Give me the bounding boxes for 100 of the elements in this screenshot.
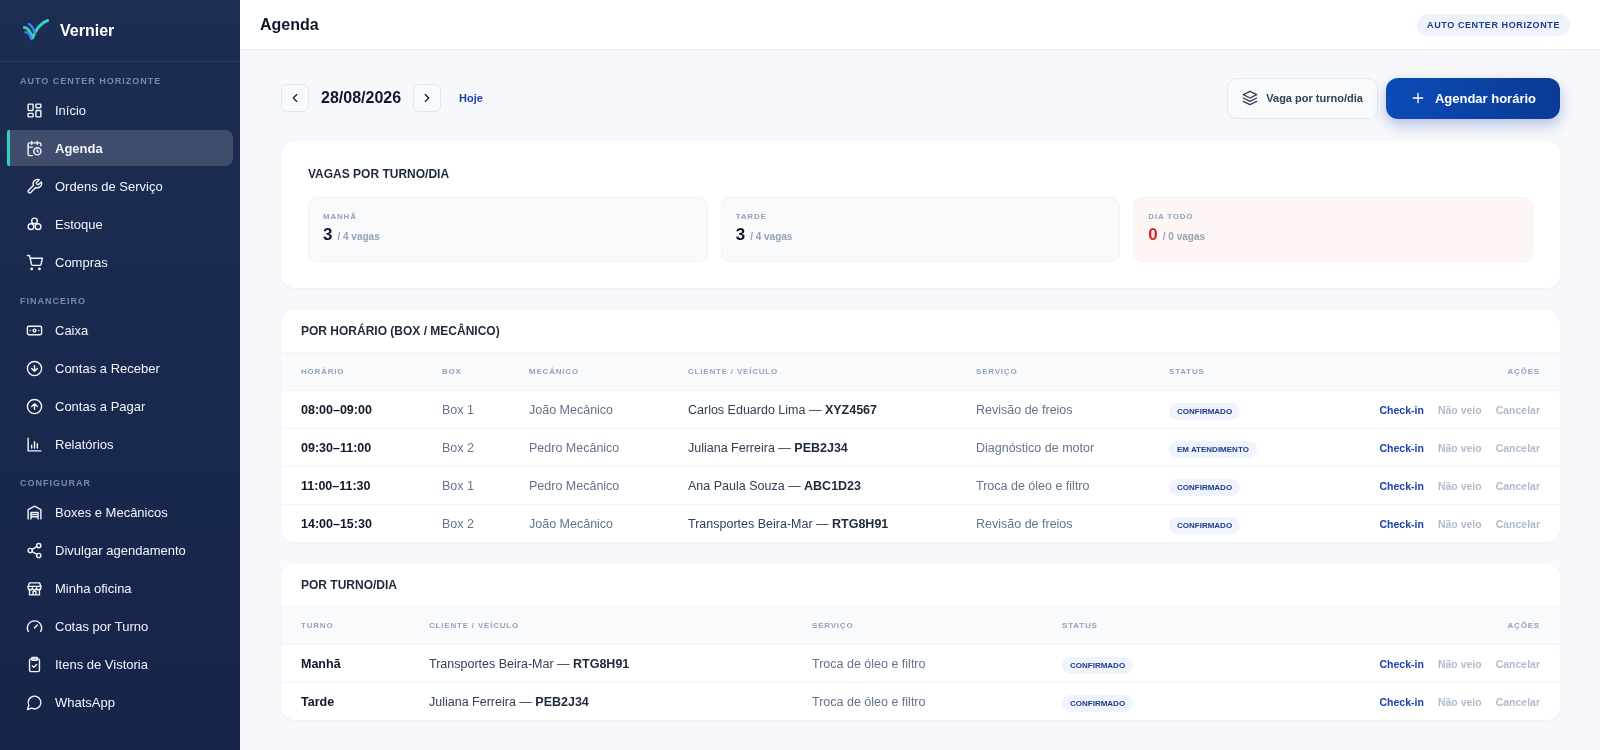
section-title: POR TURNO/DIA [300,577,398,594]
section-title: VAGAS POR TURNO/DIA [308,167,451,181]
sidebar-item[interactable]: Caixa [7,312,233,348]
table-cell-text: Carlos Eduardo Lima — XYZ4567 [688,402,878,417]
arrow-down-circle-icon [26,359,43,377]
table-cell-text: Manhã [301,656,342,671]
store-icon [26,579,43,597]
column-header: AÇÕES [1507,621,1540,630]
sidebar-item[interactable]: Compras [7,244,233,280]
table-cell-text: 14:00–15:30 [301,516,373,531]
sidebar-item[interactable]: Relatórios [7,426,233,462]
sidebar-item[interactable]: Boxes e Mecânicos [7,494,233,530]
current-date: 28/08/2026 [321,89,402,107]
sidebar-item[interactable]: WhatsApp [7,684,233,720]
column-header: STATUS [1062,621,1099,630]
table-cell-text: Ana Paula Souza — ABC1D23 [688,478,862,493]
quota-count: 3 [323,225,333,245]
sidebar-item[interactable]: Contas a Pagar [7,388,233,424]
quota-count: 3 [735,225,746,245]
quota-total: / 4 vagas [337,231,380,242]
table-cell-text: Transportes Beira-Mar — RTG8H91 [429,656,631,671]
column-header: SERVIÇO [976,367,1019,376]
column-header: MECÂNICO [529,367,580,376]
gauge-icon [26,617,43,635]
column-header: TURNO [301,621,335,630]
status-badge: CONFIRMADO [1169,478,1241,496]
table-cell-text: Juliana Ferreira — PEB2J34 [688,440,849,455]
garage-icon [26,503,43,521]
sidebar-item[interactable]: Estoque [7,206,233,242]
page-title: Agenda [260,15,319,34]
status-badge: CONFIRMADO [1062,656,1134,674]
sidebar-item[interactable]: Ordens de Serviço [7,168,233,204]
action-link[interactable]: Check-in [1379,657,1424,670]
cart-icon [26,253,43,271]
wrench-icon [26,177,43,195]
table-cell-text: Juliana Ferreira — PEB2J34 [429,694,590,709]
share-icon [26,541,43,559]
clipboard-check-icon [26,655,43,673]
calendar-clock-icon [26,139,43,157]
table-cell-text: Box 1 [442,478,475,493]
table-cell-text: Pedro Mecânico [529,440,621,455]
quota-label: MANHÃ [323,212,358,221]
layers-icon [1242,90,1259,106]
workshop-badge: AUTO CENTER HORIZONTE [1417,13,1570,36]
previous-day-button[interactable] [281,84,309,112]
table-cell-text: 08:00–09:00 [301,402,373,417]
column-header: STATUS [1169,367,1206,376]
sidebar-item[interactable]: Cotas por Turno [7,608,233,644]
chat-bubble-icon [26,693,43,711]
action-link[interactable]: Check-in [1379,695,1424,708]
table-cell-text: Revisão de freios [976,402,1074,417]
quota-label: TARDE [735,212,768,221]
action-link[interactable]: Check-in [1379,403,1424,416]
action-link[interactable]: Check-in [1379,479,1424,492]
table-cell-text: Troca de óleo e filtro [812,694,927,709]
table-cell-text: Box 1 [442,402,475,417]
section-label: CONFIGURAR [19,477,92,490]
table-cell-text: 11:00–11:30 [301,478,372,493]
sidebar-item[interactable]: Contas a Receber [7,350,233,386]
section-label: FINANCEIRO [19,295,87,308]
sidebar-item[interactable]: Minha oficina [7,570,233,606]
column-header: HORÁRIO [301,367,346,376]
table-cell-text: Pedro Mecânico [529,478,621,493]
quota-total: / 0 vagas [1162,231,1206,242]
quota-label: DIA TODO [1148,212,1195,221]
sidebar-item[interactable]: Agenda [7,130,233,166]
table-cell-text: João Mecânico [529,402,615,417]
action-link[interactable]: Check-in [1379,441,1424,454]
table-cell-text: João Mecânico [529,516,615,531]
sidebar-item[interactable]: Divulgar agendamento [7,532,233,568]
table-cell-text: Diagnóstico de motor [976,440,1096,455]
column-header: CLIENTE / VEÍCULO [688,367,780,376]
column-header: BOX [442,367,463,376]
status-badge: CONFIRMADO [1062,694,1134,712]
sidebar-item[interactable]: Início [7,92,233,128]
brand-name: Vernier [60,21,115,40]
table-cell-text: Troca de óleo e filtro [812,656,927,671]
section-label: AUTO CENTER HORIZONTE [19,75,163,88]
bar-chart-icon [26,435,43,453]
table-cell-text: Revisão de freios [976,516,1074,531]
arrow-up-circle-icon [26,397,43,415]
next-day-button[interactable] [413,84,442,112]
column-header: AÇÕES [1507,367,1540,376]
boxes-icon [26,215,43,233]
action-link[interactable]: Check-in [1379,517,1424,530]
table-cell-text: Troca de óleo e filtro [976,478,1091,493]
sidebar-item[interactable]: Itens de Vistoria [7,646,233,682]
table-cell-text: Box 2 [442,516,475,531]
schedule-button[interactable]: Agendar horário [1385,77,1560,119]
column-header: CLIENTE / VEÍCULO [429,621,521,630]
quota-total: / 4 vagas [750,231,793,242]
column-header: SERVIÇO [812,621,855,630]
quota-count: 0 [1148,225,1158,245]
table-cell-text: Box 2 [442,440,475,455]
grid-icon [26,101,43,119]
status-badge: EM ATENDIMENTO [1169,440,1257,458]
today-link[interactable]: Hoje [459,92,483,104]
section-title: POR HORÁRIO (BOX / MECÂNICO) [300,322,501,340]
table-cell-text: 09:30–11:00 [301,440,373,455]
shift-slot-button[interactable]: Vaga por turno/dia [1227,77,1378,119]
